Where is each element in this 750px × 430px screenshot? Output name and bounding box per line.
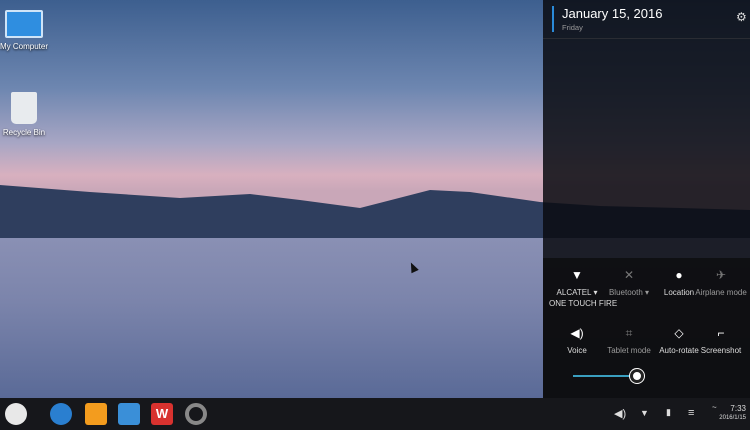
volume-tray-icon[interactable]: ◀)	[614, 407, 626, 420]
wifi-icon: ▼	[571, 268, 583, 282]
tile-airplane-mode[interactable]: ✈ Airplane mode	[693, 268, 749, 297]
battery-tray-icon[interactable]: ▮	[666, 407, 671, 418]
bluetooth-off-icon: ✕	[623, 268, 635, 282]
desktop-icon-recycle-bin[interactable]: Recycle Bin	[0, 92, 54, 137]
browser-icon[interactable]	[50, 403, 72, 425]
desktop-icon-my-computer[interactable]: My Computer	[0, 10, 54, 51]
settings-icon[interactable]	[185, 403, 207, 425]
notifications-tray-icon[interactable]: ≡	[688, 407, 694, 419]
mail-icon[interactable]	[118, 403, 140, 425]
date-text: January 15, 2016	[562, 6, 663, 21]
notification-settings-icon[interactable]: ⚙	[736, 10, 747, 24]
tile-voice[interactable]: ◀) Voice	[549, 326, 605, 355]
start-icon[interactable]	[5, 403, 27, 425]
wifi-tray-icon[interactable]: ▼	[640, 408, 649, 418]
tile-tablet-mode[interactable]: ⌗ Tablet mode	[601, 326, 657, 355]
files-icon[interactable]	[85, 403, 107, 425]
taskbar: W ◀) ▼ ▮ ≡ ~ 7:33 2016/1/15	[0, 398, 750, 430]
clock[interactable]: 7:33 2016/1/15	[708, 404, 746, 421]
brightness-slider[interactable]	[573, 375, 638, 377]
tile-wifi[interactable]: ▼ ALCATEL ▾ ONE TOUCH FIRE	[549, 268, 617, 311]
notification-panel: January 15, 2016 Friday ⚙ ▼ ALCATEL ▾ ONE …	[543, 0, 750, 398]
divider	[543, 38, 750, 39]
date-header: January 15, 2016 Friday	[552, 6, 662, 32]
computer-icon	[5, 10, 43, 38]
weekday-text: Friday	[562, 23, 583, 32]
wps-office-icon[interactable]: W	[151, 403, 173, 425]
airplane-icon: ✈	[715, 268, 727, 282]
recycle-bin-icon	[11, 92, 37, 124]
tablet-mode-icon: ⌗	[625, 326, 633, 340]
crop-icon: ⌐	[717, 326, 725, 340]
tile-bluetooth[interactable]: ✕ Bluetooth ▾	[601, 268, 657, 297]
tile-screenshot[interactable]: ⌐ Screenshot	[693, 326, 749, 355]
volume-icon: ◀)	[570, 326, 584, 340]
